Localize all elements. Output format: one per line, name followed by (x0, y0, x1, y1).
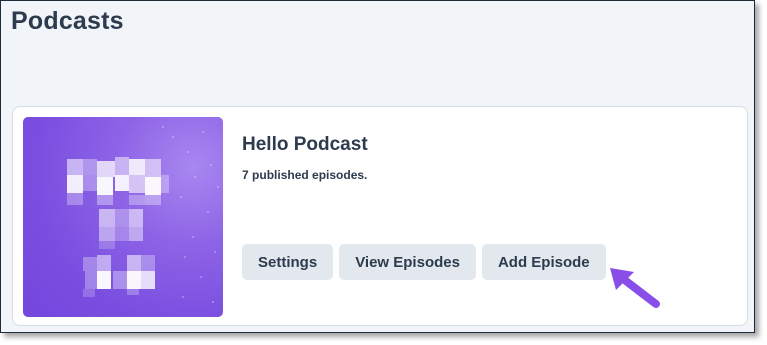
episode-count-label: published episodes. (252, 168, 368, 182)
app-window: Podcasts Hello Podcast 7 published episo… (0, 0, 755, 333)
podcast-cover-image (23, 117, 223, 317)
settings-button[interactable]: Settings (242, 244, 334, 280)
episode-count-number: 7 (242, 168, 249, 182)
episode-count: 7 published episodes. (242, 168, 367, 182)
arrow-pointer-icon (610, 268, 660, 308)
page-title: Podcasts (11, 7, 124, 35)
cover-pixel-art (67, 126, 219, 303)
view-episodes-button[interactable]: View Episodes (339, 244, 476, 280)
podcast-title: Hello Podcast (242, 134, 368, 155)
podcast-actions: Settings View Episodes Add Episode (242, 244, 612, 280)
add-episode-button[interactable]: Add Episode (481, 244, 606, 280)
